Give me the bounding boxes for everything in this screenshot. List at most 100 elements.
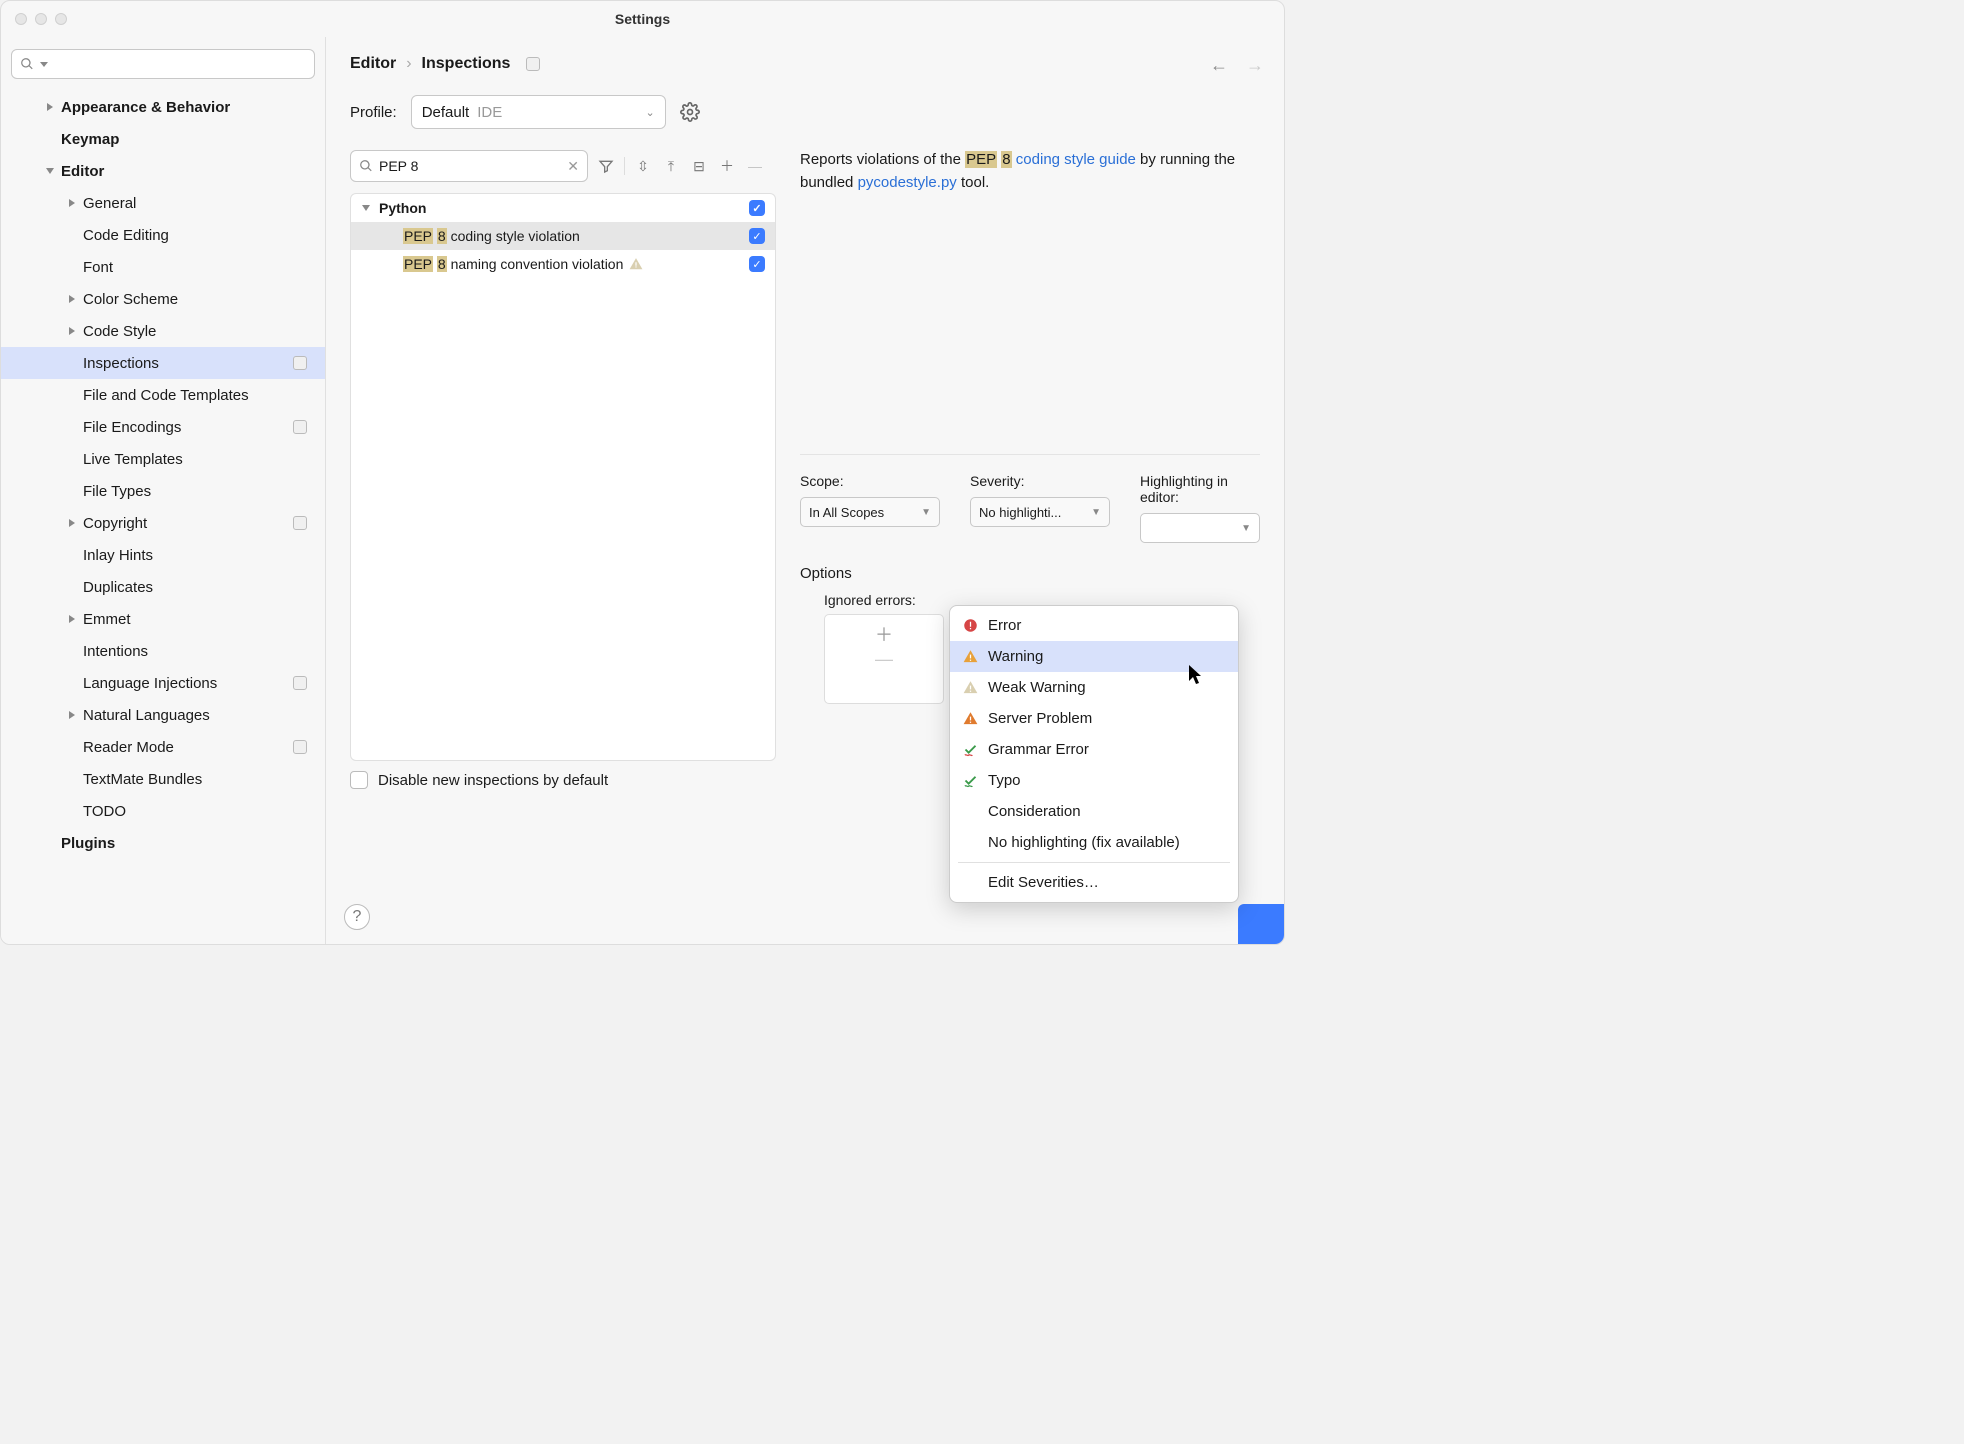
- sidebar-item-emmet[interactable]: Emmet: [1, 603, 325, 635]
- chevron-icon: [67, 198, 77, 208]
- profile-value: Default: [422, 104, 470, 121]
- sidebar-item-color-scheme[interactable]: Color Scheme: [1, 283, 325, 315]
- sidebar-item-editor[interactable]: Editor: [1, 155, 325, 187]
- profile-select[interactable]: Default IDE ⌄: [411, 95, 666, 129]
- severity-icon: [962, 649, 978, 665]
- severity-option-no-highlighting-fix-available-[interactable]: No highlighting (fix available): [950, 827, 1238, 858]
- sidebar-item-todo[interactable]: TODO: [1, 795, 325, 827]
- group-checkbox[interactable]: ✓: [749, 200, 765, 216]
- inspections-tree: Python ✓ PEP 8 coding style violation✓PE…: [350, 193, 776, 761]
- severity-option-error[interactable]: Error: [950, 610, 1238, 641]
- sidebar-item-natural-languages[interactable]: Natural Languages: [1, 699, 325, 731]
- nav-forward-icon[interactable]: →: [1246, 55, 1264, 76]
- sidebar-item-label: Live Templates: [83, 451, 183, 468]
- sidebar-item-copyright[interactable]: Copyright: [1, 507, 325, 539]
- project-tag-icon: [293, 356, 307, 370]
- sidebar-item-label: Natural Languages: [83, 707, 210, 724]
- severity-icon: [962, 835, 978, 851]
- severity-icon: [962, 773, 978, 789]
- sidebar-item-duplicates[interactable]: Duplicates: [1, 571, 325, 603]
- search-scope-caret-icon: [40, 62, 48, 67]
- inspection-item[interactable]: PEP 8 coding style violation ✓: [351, 222, 775, 250]
- sidebar-item-plugins[interactable]: Plugins: [1, 827, 325, 859]
- add-icon[interactable]: ＋: [717, 156, 737, 176]
- sidebar-item-file-and-code-templates[interactable]: File and Code Templates: [1, 379, 325, 411]
- severity-label: Severity:: [970, 473, 1110, 489]
- pycodestyle-link[interactable]: pycodestyle.py: [858, 174, 957, 191]
- sidebar-item-label: Emmet: [83, 611, 131, 628]
- inspection-label: PEP 8 coding style violation: [403, 228, 580, 244]
- settings-tree: Appearance & Behavior Keymap Editor General…: [1, 87, 325, 944]
- severity-option-server-problem[interactable]: Server Problem: [950, 703, 1238, 734]
- sidebar-item-general[interactable]: General: [1, 187, 325, 219]
- search-icon: [20, 57, 34, 71]
- inspection-label: PEP 8 naming convention violation: [403, 256, 623, 272]
- sidebar-item-intentions[interactable]: Intentions: [1, 635, 325, 667]
- expand-all-icon[interactable]: ⇳: [633, 156, 653, 176]
- apply-button[interactable]: [1238, 904, 1284, 944]
- sidebar-item-label: File and Code Templates: [83, 387, 249, 404]
- project-tag-icon: [293, 676, 307, 690]
- severity-icon: [962, 711, 978, 727]
- inspection-checkbox[interactable]: ✓: [749, 228, 765, 244]
- scope-label: Scope:: [800, 473, 940, 489]
- sidebar-item-label: Code Style: [83, 323, 156, 340]
- severity-select[interactable]: No highlighti... ▼: [970, 497, 1110, 527]
- sidebar-item-label: Reader Mode: [83, 739, 174, 756]
- severity-option-grammar-error[interactable]: Grammar Error: [950, 734, 1238, 765]
- inspection-description: Reports violations of the PEP 8 coding s…: [800, 149, 1260, 194]
- edit-severities-item[interactable]: Edit Severities…: [950, 867, 1238, 898]
- search-icon: [359, 159, 373, 173]
- remove-ignored-icon[interactable]: —: [875, 649, 893, 670]
- settings-search-input[interactable]: [11, 49, 315, 79]
- sidebar-item-label: Editor: [61, 163, 104, 180]
- breadcrumb-root[interactable]: Editor: [350, 55, 396, 73]
- inspection-group[interactable]: Python ✓: [351, 194, 775, 222]
- sidebar-item-reader-mode[interactable]: Reader Mode: [1, 731, 325, 763]
- sidebar-item-font[interactable]: Font: [1, 251, 325, 283]
- scope-select[interactable]: In All Scopes ▼: [800, 497, 940, 527]
- sidebar-item-label: Inlay Hints: [83, 547, 153, 564]
- sidebar-item-language-injections[interactable]: Language Injections: [1, 667, 325, 699]
- nav-back-icon[interactable]: ←: [1210, 55, 1228, 76]
- sidebar-item-code-style[interactable]: Code Style: [1, 315, 325, 347]
- sidebar-item-label: Appearance & Behavior: [61, 99, 230, 116]
- inspection-checkbox[interactable]: ✓: [749, 256, 765, 272]
- sidebar-item-live-templates[interactable]: Live Templates: [1, 443, 325, 475]
- remove-icon[interactable]: —: [745, 156, 765, 176]
- ignored-errors-list[interactable]: ＋ —: [824, 614, 944, 704]
- inspection-item[interactable]: PEP 8 naming convention violation ✓: [351, 250, 775, 278]
- sidebar-item-inlay-hints[interactable]: Inlay Hints: [1, 539, 325, 571]
- clear-filter-icon[interactable]: ✕: [567, 158, 579, 175]
- style-guide-link[interactable]: coding style guide: [1016, 151, 1136, 168]
- filter-value: PEP 8: [379, 158, 418, 174]
- severity-option-typo[interactable]: Typo: [950, 765, 1238, 796]
- sidebar-item-label: Copyright: [83, 515, 147, 532]
- severity-option-weak-warning[interactable]: Weak Warning: [950, 672, 1238, 703]
- sidebar-item-label: Plugins: [61, 835, 115, 852]
- sidebar-item-label: Color Scheme: [83, 291, 178, 308]
- sidebar-item-file-types[interactable]: File Types: [1, 475, 325, 507]
- inspection-filter-input[interactable]: PEP 8 ✕: [350, 150, 588, 182]
- sidebar-item-inspections[interactable]: Inspections: [1, 347, 325, 379]
- disable-new-checkbox[interactable]: [350, 771, 368, 789]
- severity-option-consideration[interactable]: Consideration: [950, 796, 1238, 827]
- sidebar-item-appearance-behavior[interactable]: Appearance & Behavior: [1, 91, 325, 123]
- severity-option-warning[interactable]: Warning: [950, 641, 1238, 672]
- severity-option-label: Weak Warning: [988, 679, 1086, 696]
- severity-icon: [962, 618, 978, 634]
- collapse-all-icon[interactable]: ⤒: [661, 156, 681, 176]
- gear-icon[interactable]: [680, 102, 700, 122]
- disable-icon[interactable]: ⊟: [689, 156, 709, 176]
- sidebar-item-textmate-bundles[interactable]: TextMate Bundles: [1, 763, 325, 795]
- sidebar-item-keymap[interactable]: Keymap: [1, 123, 325, 155]
- sidebar-item-file-encodings[interactable]: File Encodings: [1, 411, 325, 443]
- severity-icon: [962, 742, 978, 758]
- chevron-down-icon: ⌄: [645, 106, 654, 119]
- highlighting-select[interactable]: ▼: [1140, 513, 1260, 543]
- sidebar-item-label: TextMate Bundles: [83, 771, 202, 788]
- filter-icon[interactable]: [596, 156, 616, 176]
- sidebar-item-code-editing[interactable]: Code Editing: [1, 219, 325, 251]
- help-button[interactable]: ?: [344, 904, 370, 930]
- add-ignored-icon[interactable]: ＋: [875, 621, 893, 647]
